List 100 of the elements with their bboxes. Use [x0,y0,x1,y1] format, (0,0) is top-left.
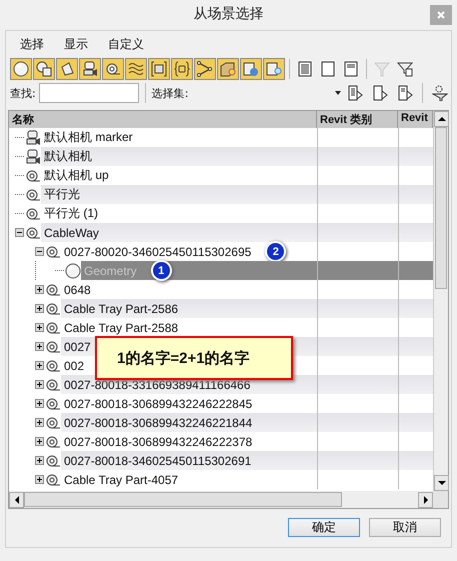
tape-icon [45,396,61,412]
expand-toggle[interactable] [35,380,44,389]
window-title: 从场景选择 [194,5,264,23]
plus-icon [36,476,43,483]
filter-toggle[interactable] [171,58,193,80]
filter-toggle[interactable] [194,58,216,80]
tree-line [15,156,24,157]
table-cell [398,147,433,166]
horizontal-scrollbar[interactable] [9,491,433,508]
dialog-button[interactable]: 确定 [288,518,360,537]
expand-toggle[interactable] [35,399,44,408]
expand-toggle[interactable] [35,361,44,370]
filter-toggle[interactable] [217,58,239,80]
plus-icon [36,400,43,407]
tree-item[interactable]: 默认相机 [44,148,92,165]
page-arrow-icon [397,85,414,101]
tree-item[interactable]: 默认相机 up [44,167,109,184]
filter-toggle[interactable] [148,58,170,80]
menu-item[interactable]: 选择 [20,36,44,54]
dialog-button[interactable]: 取消 [369,518,441,537]
filter-toggle[interactable] [33,58,55,80]
sphere-icon [13,61,29,77]
tree-line [15,175,24,176]
collapse-toggle[interactable] [15,228,24,237]
tree-line [15,213,24,214]
table-cell [398,223,433,242]
plus-icon [36,362,43,369]
filter-toggle[interactable] [56,58,78,80]
tree-item[interactable]: 0027 [64,340,91,354]
tree-item[interactable]: 0027-80018-306899432246222378 [64,434,252,448]
expand-toggle[interactable] [35,285,44,294]
tree-item[interactable]: 默认相机 marker [44,129,133,146]
menu-item[interactable]: 自定义 [108,36,144,54]
table-cell [398,337,433,356]
tree-item[interactable]: 0027-80020-346025450115302695 [64,244,252,258]
tape-icon [45,358,61,374]
plus-icon [36,438,43,445]
tape-icon [25,168,41,184]
table-cell [398,299,433,318]
expand-toggle[interactable] [35,437,44,446]
sphere-icon [65,262,81,278]
tape-icon [45,300,61,316]
expand-toggle[interactable] [35,475,44,484]
tree-item[interactable]: 0027-80018-306899432246222845 [64,396,252,410]
plus-icon [36,324,43,331]
number-badge: 1 [150,260,172,281]
expand-toggle[interactable] [35,418,44,427]
page-arrow-icon [347,85,364,101]
vertical-scrollbar[interactable] [433,111,448,491]
waves-icon [128,61,144,77]
scrollbar-corner [433,491,448,508]
expand-toggle[interactable] [35,304,44,313]
camera-icon [25,148,41,164]
tree-item[interactable]: 002 [64,358,84,372]
tree-item[interactable]: 平行光 [44,186,80,203]
minus-icon [16,229,23,236]
plus-icon [36,419,43,426]
tree-line [35,261,36,280]
filter-toggle[interactable] [125,58,147,80]
filter-toggle[interactable] [79,58,101,80]
table-cell [398,375,433,394]
table-cell [398,261,433,280]
table-cell [398,185,433,204]
camera-icon [25,130,41,146]
tape-icon [45,414,61,430]
blank-page-icon [320,61,336,77]
tape-icon [25,224,41,240]
braces-icon [174,61,190,77]
expand-toggle[interactable] [35,456,44,465]
find-funnel-icon [432,85,448,101]
menu-item[interactable]: 显示 [64,36,88,54]
filter-toggle[interactable] [240,58,262,80]
column-header[interactable]: 名称 [9,111,317,128]
tape-icon [45,376,61,392]
tree-item[interactable]: 0648 [64,282,91,296]
find-field[interactable] [38,83,139,103]
expand-toggle[interactable] [35,342,44,351]
tree-item[interactable]: Cable Tray Part-4057 [64,472,178,486]
filter-toggle[interactable] [10,58,32,80]
plus-icon [36,343,43,350]
close-icon [437,11,445,19]
branch-icon [197,61,213,77]
tree-item[interactable]: Cable Tray Part-2588 [64,320,178,334]
filter-icon [374,61,390,77]
column-header[interactable]: Revit 类别 [317,111,398,128]
tape-icon [45,244,61,260]
find-label: 查找: [10,86,36,100]
tree-line [15,194,24,195]
plus-icon [36,286,43,293]
filter-toggle[interactable] [263,58,285,80]
tape-icon [45,320,61,336]
filter-toggle[interactable] [102,58,124,80]
tree-item[interactable]: 平行光 (1) [44,205,98,222]
expand-toggle[interactable] [35,323,44,332]
collapse-toggle[interactable] [35,247,44,256]
number-badge: 2 [265,241,286,262]
tape-icon [45,472,61,488]
tree-item[interactable]: CableWay [44,226,99,240]
tape-icon [45,434,61,450]
tape-icon [45,338,61,354]
